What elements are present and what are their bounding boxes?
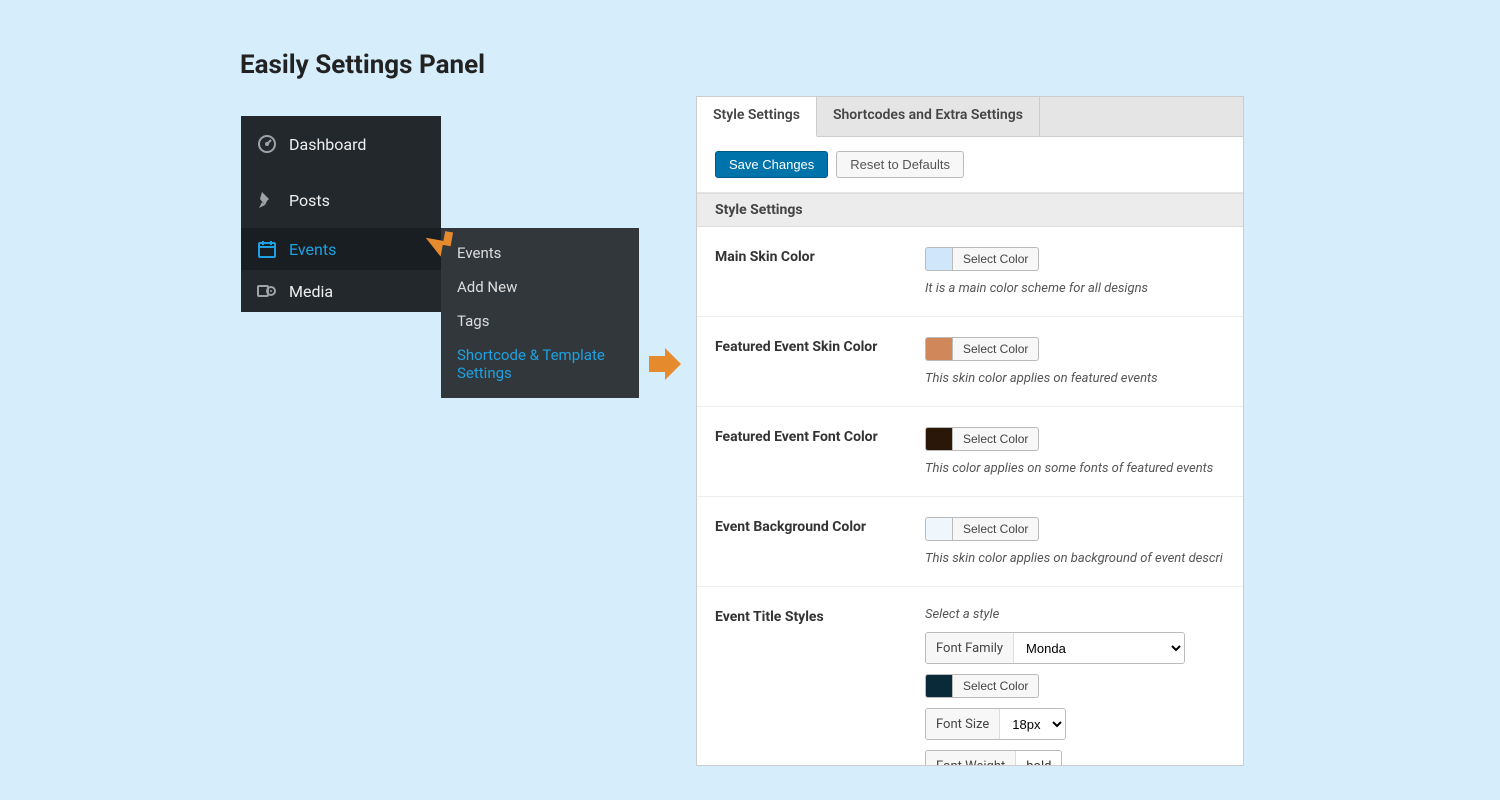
submenu-item-tags[interactable]: Tags (441, 304, 639, 338)
row-featured-font-color: Featured Event Font Color Select Color T… (697, 407, 1243, 497)
select-color-button[interactable]: Select Color (953, 247, 1039, 271)
row-main-skin-color: Main Skin Color Select Color It is a mai… (697, 227, 1243, 317)
tab-style-settings[interactable]: Style Settings (697, 97, 817, 137)
color-swatch[interactable] (925, 517, 953, 541)
save-button[interactable]: Save Changes (715, 151, 828, 178)
sidebar-item-label: Dashboard (289, 135, 366, 154)
arrow-icon (645, 344, 685, 388)
select-color-button[interactable]: Select Color (953, 427, 1039, 451)
pin-icon (257, 190, 277, 210)
field-label: Font Weight (926, 751, 1016, 766)
color-swatch[interactable] (925, 247, 953, 271)
row-event-bg-color: Event Background Color Select Color This… (697, 497, 1243, 587)
font-size-select[interactable]: 18px (1000, 709, 1065, 739)
sidebar-item-label: Media (289, 282, 333, 301)
row-label: Event Title Styles (715, 607, 925, 625)
reset-button[interactable]: Reset to Defaults (836, 151, 964, 178)
tab-bar: Style Settings Shortcodes and Extra Sett… (697, 97, 1243, 137)
font-family-select[interactable]: Monda (1014, 633, 1184, 663)
action-buttons: Save Changes Reset to Defaults (697, 137, 1243, 193)
font-weight-value: bold (1016, 751, 1061, 766)
font-weight-field: Font Weight bold (925, 750, 1062, 766)
media-icon (257, 281, 277, 301)
row-description: It is a main color scheme for all design… (925, 281, 1225, 296)
dashboard-icon (257, 134, 277, 154)
sidebar-item-media[interactable]: Media (241, 270, 441, 312)
row-description: This skin color applies on featured even… (925, 371, 1225, 386)
row-featured-skin-color: Featured Event Skin Color Select Color T… (697, 317, 1243, 407)
font-size-field: Font Size 18px (925, 708, 1066, 740)
row-label: Main Skin Color (715, 247, 925, 265)
color-swatch[interactable] (925, 337, 953, 361)
events-submenu: Events Add New Tags Shortcode & Template… (441, 228, 639, 398)
submenu-item-shortcode-settings[interactable]: Shortcode & Template Settings (441, 338, 639, 390)
row-label: Featured Event Font Color (715, 427, 925, 445)
row-event-title-styles: Event Title Styles Select a style Font F… (697, 587, 1243, 766)
color-swatch[interactable] (925, 674, 953, 698)
sidebar-item-label: Events (289, 240, 336, 259)
sidebar-item-events[interactable]: Events (241, 228, 441, 270)
calendar-icon (257, 239, 277, 259)
submenu-item-events[interactable]: Events (441, 236, 639, 270)
color-swatch[interactable] (925, 427, 953, 451)
sidebar-item-label: Posts (289, 191, 330, 210)
submenu-item-add-new[interactable]: Add New (441, 270, 639, 304)
page-title: Easily Settings Panel (240, 50, 485, 80)
row-description: This skin color applies on background of… (925, 551, 1225, 566)
row-label: Event Background Color (715, 517, 925, 535)
settings-panel: Style Settings Shortcodes and Extra Sett… (696, 96, 1244, 766)
row-label: Featured Event Skin Color (715, 337, 925, 355)
arrow-icon (421, 226, 455, 264)
row-description: This color applies on some fonts of feat… (925, 461, 1225, 476)
select-color-button[interactable]: Select Color (953, 517, 1039, 541)
section-header: Style Settings (697, 193, 1243, 227)
field-label: Font Family (926, 633, 1014, 663)
select-color-button[interactable]: Select Color (953, 674, 1039, 698)
font-family-field: Font Family Monda (925, 632, 1185, 664)
row-hint: Select a style (925, 607, 1225, 622)
tab-shortcodes-extra[interactable]: Shortcodes and Extra Settings (817, 97, 1040, 136)
select-color-button[interactable]: Select Color (953, 337, 1039, 361)
sidebar-item-posts[interactable]: Posts (241, 172, 441, 228)
sidebar-item-dashboard[interactable]: Dashboard (241, 116, 441, 172)
field-label: Font Size (926, 709, 1000, 739)
wp-admin-sidebar: Dashboard Posts Events Media (241, 116, 441, 312)
